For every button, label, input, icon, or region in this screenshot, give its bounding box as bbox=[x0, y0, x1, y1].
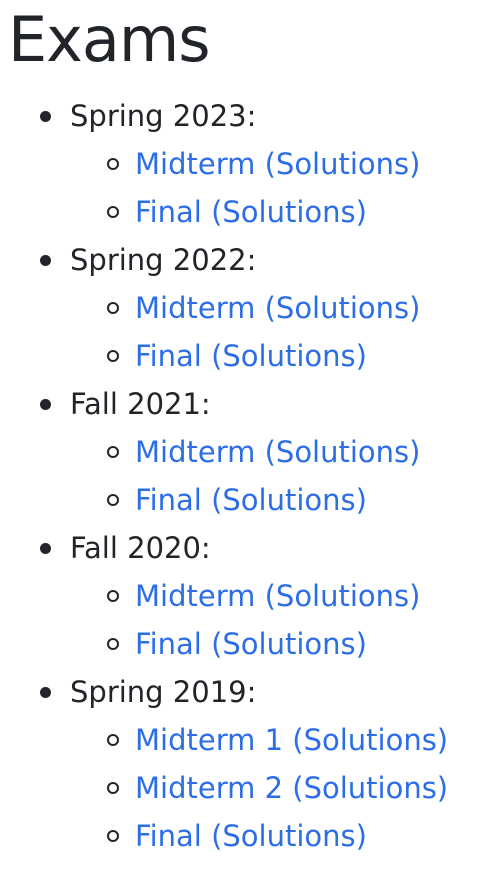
term-item-spring-2019: Spring 2019: Midterm 1 (Solutions) Midte… bbox=[0, 668, 448, 860]
exam-item: Final (Solutions) bbox=[70, 476, 448, 524]
exam-item: Final (Solutions) bbox=[70, 332, 448, 380]
exam-list: Midterm (Solutions) Final (Solutions) bbox=[70, 140, 448, 236]
exam-list: Midterm (Solutions) Final (Solutions) bbox=[70, 428, 448, 524]
exam-link[interactable]: Midterm 2 bbox=[135, 771, 283, 805]
exam-list: Midterm (Solutions) Final (Solutions) bbox=[70, 284, 448, 380]
disc-bullet-icon bbox=[40, 687, 51, 698]
exam-link[interactable]: Final bbox=[135, 195, 202, 229]
exam-link[interactable]: Midterm bbox=[135, 291, 255, 325]
exam-item: Midterm 2 (Solutions) bbox=[70, 764, 448, 812]
term-label: Spring 2022: bbox=[70, 243, 257, 277]
page-title: Exams bbox=[8, 3, 211, 76]
exam-item: Midterm (Solutions) bbox=[70, 572, 448, 620]
circle-bullet-icon bbox=[107, 830, 119, 842]
exam-term-list: Spring 2023: Midterm (Solutions) Final (… bbox=[0, 92, 448, 860]
solutions-link[interactable]: (Solutions) bbox=[265, 147, 421, 181]
circle-bullet-icon bbox=[107, 494, 119, 506]
exam-item: Final (Solutions) bbox=[70, 812, 448, 860]
exam-item: Final (Solutions) bbox=[70, 188, 448, 236]
exam-link[interactable]: Midterm bbox=[135, 435, 255, 469]
exam-link[interactable]: Final bbox=[135, 819, 202, 853]
term-label: Spring 2023: bbox=[70, 99, 257, 133]
term-label: Fall 2021: bbox=[70, 387, 211, 421]
exam-item: Final (Solutions) bbox=[70, 620, 448, 668]
solutions-link[interactable]: (Solutions) bbox=[265, 435, 421, 469]
circle-bullet-icon bbox=[107, 206, 119, 218]
exam-item: Midterm (Solutions) bbox=[70, 140, 448, 188]
solutions-link[interactable]: (Solutions) bbox=[211, 483, 367, 517]
exam-link[interactable]: Midterm bbox=[135, 147, 255, 181]
exam-link[interactable]: Final bbox=[135, 339, 202, 373]
circle-bullet-icon bbox=[107, 350, 119, 362]
term-label: Spring 2019: bbox=[70, 675, 257, 709]
solutions-link[interactable]: (Solutions) bbox=[211, 195, 367, 229]
circle-bullet-icon bbox=[107, 638, 119, 650]
circle-bullet-icon bbox=[107, 782, 119, 794]
exam-link[interactable]: Final bbox=[135, 627, 202, 661]
term-item-fall-2020: Fall 2020: Midterm (Solutions) Final (So… bbox=[0, 524, 448, 668]
term-item-fall-2021: Fall 2021: Midterm (Solutions) Final (So… bbox=[0, 380, 448, 524]
exam-list: Midterm (Solutions) Final (Solutions) bbox=[70, 572, 448, 668]
circle-bullet-icon bbox=[107, 302, 119, 314]
disc-bullet-icon bbox=[40, 543, 51, 554]
circle-bullet-icon bbox=[107, 158, 119, 170]
exam-item: Midterm (Solutions) bbox=[70, 428, 448, 476]
exam-item: Midterm (Solutions) bbox=[70, 284, 448, 332]
exam-list: Midterm 1 (Solutions) Midterm 2 (Solutio… bbox=[70, 716, 448, 860]
term-item-spring-2023: Spring 2023: Midterm (Solutions) Final (… bbox=[0, 92, 448, 236]
term-item-spring-2022: Spring 2022: Midterm (Solutions) Final (… bbox=[0, 236, 448, 380]
disc-bullet-icon bbox=[40, 399, 51, 410]
solutions-link[interactable]: (Solutions) bbox=[292, 723, 448, 757]
exam-link[interactable]: Midterm bbox=[135, 579, 255, 613]
exam-item: Midterm 1 (Solutions) bbox=[70, 716, 448, 764]
solutions-link[interactable]: (Solutions) bbox=[211, 627, 367, 661]
circle-bullet-icon bbox=[107, 446, 119, 458]
exam-link[interactable]: Midterm 1 bbox=[135, 723, 283, 757]
solutions-link[interactable]: (Solutions) bbox=[211, 339, 367, 373]
solutions-link[interactable]: (Solutions) bbox=[265, 291, 421, 325]
exam-link[interactable]: Final bbox=[135, 483, 202, 517]
solutions-link[interactable]: (Solutions) bbox=[211, 819, 367, 853]
solutions-link[interactable]: (Solutions) bbox=[265, 579, 421, 613]
solutions-link[interactable]: (Solutions) bbox=[292, 771, 448, 805]
disc-bullet-icon bbox=[40, 255, 51, 266]
circle-bullet-icon bbox=[107, 590, 119, 602]
disc-bullet-icon bbox=[40, 111, 51, 122]
term-label: Fall 2020: bbox=[70, 531, 211, 565]
circle-bullet-icon bbox=[107, 734, 119, 746]
